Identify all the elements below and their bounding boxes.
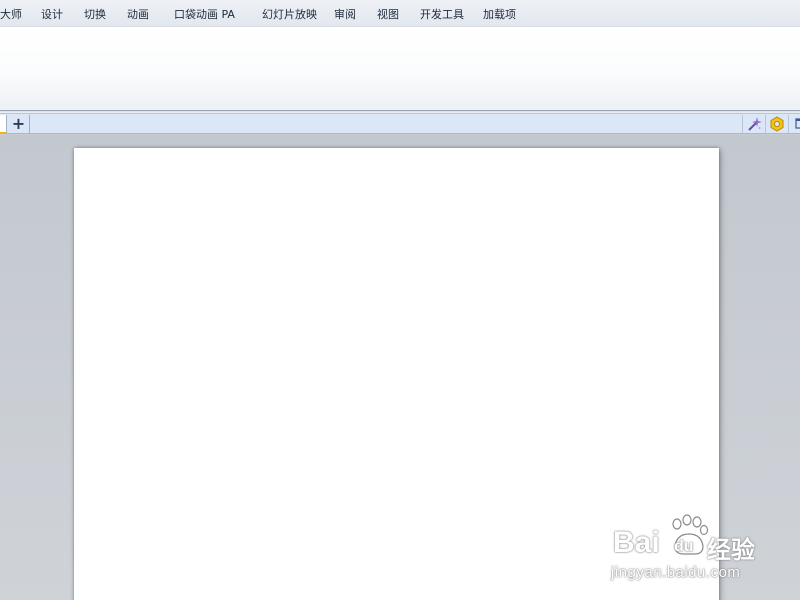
ribbon-tab-strip: 大师 设计 切换 动画 口袋动画 PA 幻灯片放映 审阅 视图 开发工具 加载项 xyxy=(0,0,800,27)
tab-slideshow[interactable]: 幻灯片放映 xyxy=(262,0,317,27)
settings-button[interactable] xyxy=(765,115,787,133)
slide-workspace xyxy=(0,135,800,600)
ribbon-panel xyxy=(0,27,800,111)
magic-wand-button[interactable] xyxy=(742,115,764,133)
tab-design[interactable]: 设计 xyxy=(41,0,63,27)
settings-icon xyxy=(770,116,783,132)
document-tab-bar: + xyxy=(0,113,800,134)
tab-animations[interactable]: 动画 xyxy=(127,0,149,27)
powerpoint-window: 大师 设计 切换 动画 口袋动画 PA 幻灯片放映 审阅 视图 开发工具 加载项… xyxy=(0,0,800,600)
slide-canvas[interactable] xyxy=(74,148,719,600)
tab-view[interactable]: 视图 xyxy=(377,0,399,27)
add-tab-button[interactable]: + xyxy=(8,115,30,133)
tab-addins[interactable]: 加载项 xyxy=(483,0,516,27)
window-icon xyxy=(794,118,800,129)
tab-review[interactable]: 审阅 xyxy=(334,0,356,27)
tab-transitions[interactable]: 切换 xyxy=(84,0,106,27)
add-icon: + xyxy=(11,114,26,133)
tab-pocket-animation[interactable]: 口袋动画 PA xyxy=(174,0,235,27)
tab-developer[interactable]: 开发工具 xyxy=(420,0,464,27)
active-document-tab[interactable] xyxy=(0,115,7,134)
window-button[interactable] xyxy=(788,115,800,133)
tab-design-master[interactable]: 大师 xyxy=(0,0,22,27)
magic-wand-icon xyxy=(747,117,762,131)
